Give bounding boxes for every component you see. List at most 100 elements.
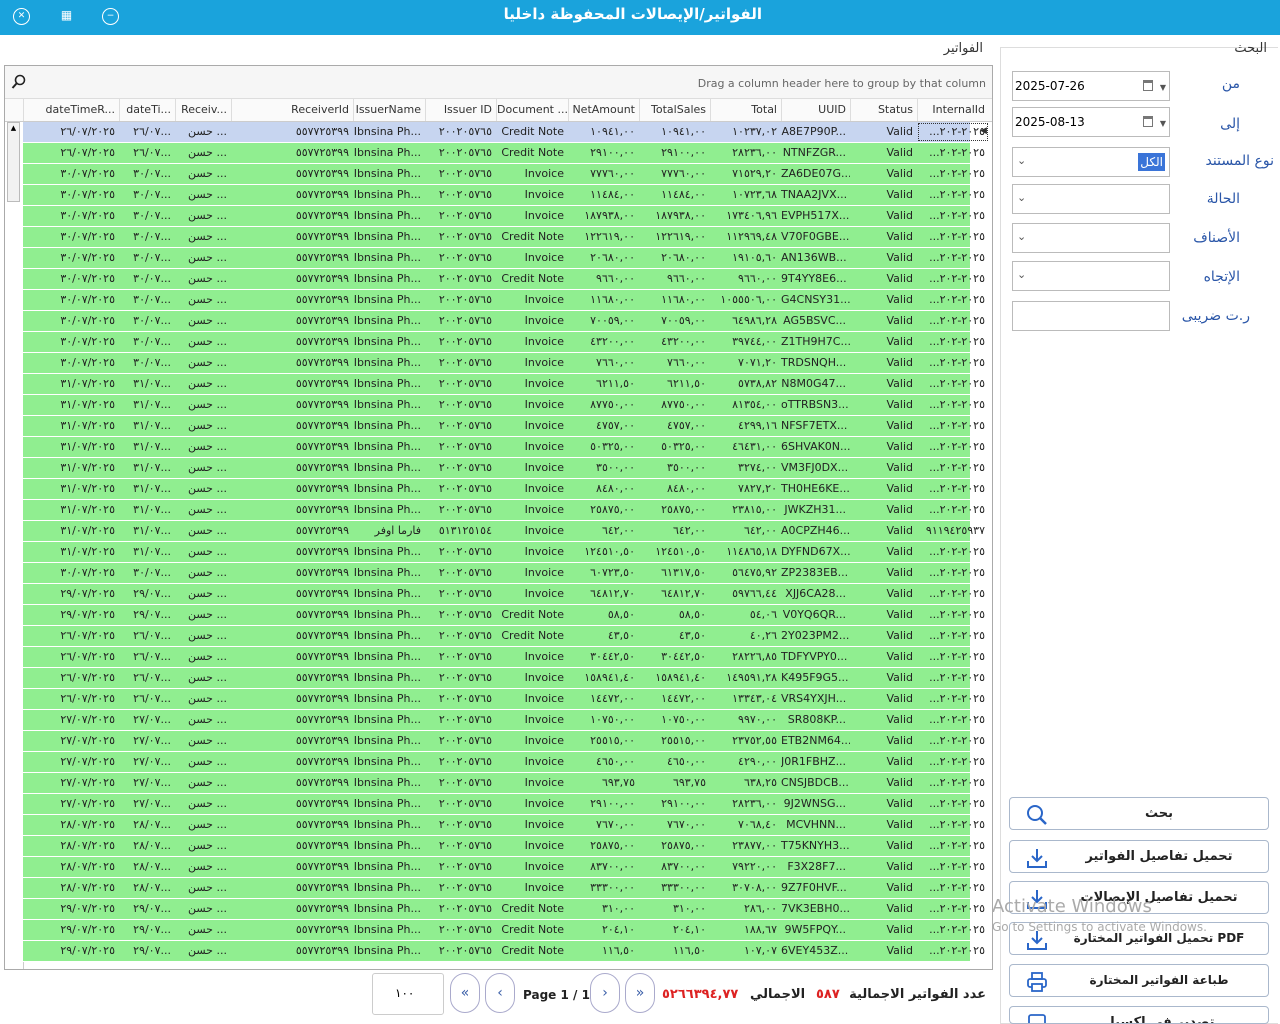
- table-row[interactable]: ...٢٠٢٥-٢٠٢ Valid K495F9G5... ١٤٩٥٩١,٢٨ ١٥٨٩…: [23, 668, 985, 689]
- table-row[interactable]: ...٢٠٢٥-٢٠٢ Valid V70F0GBE... ١١٢٩٦٩,٤٨ ١٢٢٦…: [23, 227, 985, 248]
- column-header[interactable]: UUID: [781, 99, 850, 121]
- activate-windows-title: Activate Windows: [992, 896, 1152, 917]
- doctype-select[interactable]: ⌄ الكل: [1012, 147, 1170, 177]
- table-row[interactable]: ...٢٠٢٥-٢٠٢ Valid JWKZH31... ٢٣٨١٥,٠٠ ٢٥٨٧٥,…: [23, 500, 985, 521]
- table-row[interactable]: ...٢٠٢٥-٢٠٢ Valid EVPH517X... ١٧٣٤٠٦,٩٦ ١٨٧٩…: [23, 206, 985, 227]
- activate-windows-subtitle: Go to Settings to activate Windows.: [992, 920, 1207, 934]
- table-row[interactable]: ...٢٠٢٥-٢٠٢ Valid V0YQ6QR... ٥٤,٠٦ ٥٨,٥٠ ٥٨,٥…: [23, 605, 985, 626]
- column-header[interactable]: InternalId: [917, 99, 989, 121]
- table-cell: ٤٣,٥٠: [678, 629, 706, 642]
- table-cell: oTTRBSN3...: [781, 398, 849, 411]
- table-row[interactable]: ٩١١٩٤٢٥٩٣٧ Valid A0CPZH46... ٦٤٢,٠٠ ٦٤٢,٠٠ ٦٤…: [23, 521, 985, 542]
- direction-select[interactable]: ⌄: [1012, 261, 1170, 291]
- chevron-down-icon: ▼: [1159, 119, 1166, 128]
- scroll-up-icon[interactable]: ▲: [8, 123, 19, 133]
- table-row[interactable]: ...٢٠٢٥-٢٠٢ Valid Z1TH9H7C... ٣٩٧٤٤,٠٠ ٤٣٢٠٠…: [23, 332, 985, 353]
- prev-page-button[interactable]: ‹: [485, 973, 515, 1013]
- items-select[interactable]: ⌄: [1012, 223, 1170, 253]
- table-cell: ٣٢٧٤,٠٠: [738, 461, 777, 474]
- table-cell: Invoice: [524, 440, 564, 453]
- table-cell: ٥٥٧٧٢٥٣٩٩: [295, 713, 349, 726]
- page-size-select[interactable]: ١٠٠: [372, 973, 444, 1015]
- vertical-scrollbar[interactable]: ▲: [7, 122, 20, 202]
- table-cell: ...٢٠٢٥-٢٠٢: [929, 902, 985, 915]
- table-row[interactable]: ...٢٠٢٥-٢٠٢ Valid NTNFZGR... ٢٨٢٣٦,٠٠ ٢٩١٠٠,…: [23, 143, 985, 164]
- table-cell: ٣١/٠٧/٢٠٢٥: [60, 377, 115, 390]
- column-header[interactable]: TotalSales: [639, 99, 710, 121]
- table-row[interactable]: ...٢٠٢٥-٢٠٢ Valid F3X28F7... ٧٩٢٢٠,٠٠ ٨٣٧٠٠,…: [23, 857, 985, 878]
- table-row[interactable]: ...٢٠٢٥-٢٠٢ Valid MCVHNN... ٧٠٦٨,٤٠ ٧٦٧٠,٠٠ ٧…: [23, 815, 985, 836]
- status-label: الحالة: [1206, 191, 1240, 207]
- table-cell: Ibnsina Ph...: [353, 776, 421, 789]
- table-row[interactable]: ...٢٠٢٥-٢٠٢ Valid TH0HE6KE... ٧٨٢٧,٢٠ ٨٤٨٠,٠…: [23, 479, 985, 500]
- table-cell: Invoice: [524, 839, 564, 852]
- table-row[interactable]: ...٢٠٢٥-٢٠٢ Valid TRDSNQH... ٧٠٧١,٢٠ ٧٦٦٠,٠٠…: [23, 353, 985, 374]
- table-row[interactable]: ...٢٠٢٥-٢٠٢ Valid 6VEY453Z... ١٠٧,٠٧ ١١٦,٥٠ ١…: [23, 941, 985, 962]
- table-cell: ١٠٧٥٠,٠٠: [661, 713, 706, 726]
- load-invoices-button[interactable]: تحميل تفاصيل الفواتير: [1009, 840, 1269, 873]
- column-header[interactable]: dateTi...: [119, 99, 175, 121]
- table-row[interactable]: ...٢٠٢٥-٢٠٢ Valid VRS4YXJH... ١٣٣٤٣,٠٤ ١٤٤٧٢…: [23, 689, 985, 710]
- minimize-icon[interactable]: −: [102, 8, 119, 25]
- status-select[interactable]: ⌄: [1012, 184, 1170, 214]
- table-row[interactable]: ...٢٠٢٥-٢٠٢ Valid AN136WB... ١٩١٠٥,٦٠ ٢٠٦٨٠,…: [23, 248, 985, 269]
- column-header[interactable]: ReceiverId: [231, 99, 353, 121]
- group-panel[interactable]: Drag a column header here to group by th…: [5, 66, 992, 99]
- table-row[interactable]: ...٢٠٢٥-٢٠٢ Valid T75KNYH3... ٢٣٨٧٧,٠٠ ٢٥٨٧٥…: [23, 836, 985, 857]
- table-cell: ٢٠٠٢٠٥٧٦٥: [438, 251, 492, 264]
- column-header[interactable]: Receiv...: [175, 99, 231, 121]
- column-header[interactable]: Issuer ID: [425, 99, 496, 121]
- table-row[interactable]: ...٢٠٢٥-٢٠٢ Valid A8E7P90P... ١٠٢٣٧,٠٢ ١٠٩٤١…: [23, 122, 988, 143]
- table-row[interactable]: ...٢٠٢٥-٢٠٢ Valid 9J2WNSG... ٢٨٢٣٦,٠٠ ٢٩١٠٠,…: [23, 794, 985, 815]
- column-header[interactable]: NetAmount: [568, 99, 639, 121]
- column-header[interactable]: dateTimeR...: [23, 99, 119, 121]
- taxid-input[interactable]: [1012, 301, 1170, 331]
- close-icon[interactable]: ✕: [13, 8, 30, 25]
- invoices-grid[interactable]: Drag a column header here to group by th…: [4, 65, 993, 970]
- table-row[interactable]: ...٢٠٢٥-٢٠٢ Valid CNSJBDCB... ٦٣٨,٢٥ ٦٩٣,٧٥ ٦…: [23, 773, 985, 794]
- table-cell: ٢٨/٠٧/٢٠٢٥: [60, 860, 115, 873]
- table-row[interactable]: ...٢٠٢٥-٢٠٢ Valid 7VK3EBH0... ٢٨٦,٠٠ ٣١٠,٠٠ ٣…: [23, 899, 985, 920]
- last-page-button[interactable]: »: [625, 973, 655, 1013]
- table-row[interactable]: ...٢٠٢٥-٢٠٢ Valid 9T4YY8E6... ٩٦٦٠,٠٠ ٩٦٦٠,٠…: [23, 269, 985, 290]
- table-row[interactable]: ...٢٠٢٥-٢٠٢ Valid TDFYVPY0... ٢٨٢٢٦,٨٥ ٣٠٤٤٢…: [23, 647, 985, 668]
- table-row[interactable]: ...٢٠٢٥-٢٠٢ Valid N8M0G47... ٥٧٣٨,٨٢ ٦٢١١,٥٠…: [23, 374, 985, 395]
- table-cell: ٨٧٧٥٠,٠٠: [661, 398, 706, 411]
- search-button[interactable]: بحث: [1009, 797, 1269, 830]
- table-cell: Invoice: [524, 335, 564, 348]
- table-row[interactable]: ...٢٠٢٥-٢٠٢ Valid 6SHVAK0N... ٤٦٤٣١,٠٠ ٥٠٣٢٥…: [23, 437, 985, 458]
- first-page-button[interactable]: «: [450, 973, 480, 1013]
- column-header[interactable]: Status: [850, 99, 917, 121]
- table-row[interactable]: ...٢٠٢٥-٢٠٢ Valid NFSF7ETX... ٤٢٩٩,١٦ ٤٧٥٧,٠…: [23, 416, 985, 437]
- date-from-picker[interactable]: 2025-07-26 ▼: [1012, 71, 1170, 101]
- table-row[interactable]: ...٢٠٢٥-٢٠٢ Valid DYFND67X... ١١٤٨٦٥,١٨ ١٢٤٥…: [23, 542, 985, 563]
- table-cell: ٢٠٠٢٠٥٧٦٥: [438, 566, 492, 579]
- table-row[interactable]: ...٢٠٢٥-٢٠٢ Valid ZP2383EB... ٥٦٤٧٥,٩٢ ٦١٣١٧…: [23, 563, 985, 584]
- table-row[interactable]: ...٢٠٢٥-٢٠٢ Valid XJJ6CA28... ٥٩٧٦٦,٤٤ ٦٤٨١٢…: [23, 584, 985, 605]
- export-excel-button[interactable]: تصدير في اكسيل: [1009, 1006, 1269, 1024]
- column-header[interactable]: Document ...: [496, 99, 568, 121]
- table-row[interactable]: ...٢٠٢٥-٢٠٢ Valid 9W5FPQY... ١٨٨,٦٧ ٢٠٤,١٠ ٢٠…: [23, 920, 985, 941]
- search-icon[interactable]: [11, 74, 27, 94]
- table-row[interactable]: ...٢٠٢٥-٢٠٢ Valid J0R1FBHZ... ٤٢٩٠,٠٠ ٤٦٥٠,٠…: [23, 752, 985, 773]
- table-cell: A8E7P90P...: [781, 125, 846, 138]
- date-to-picker[interactable]: 2025-08-13 ▼: [1012, 107, 1170, 137]
- table-row[interactable]: ...٢٠٢٥-٢٠٢ Valid VM3FJ0DX... ٣٢٧٤,٠٠ ٣٥٠٠,٠…: [23, 458, 985, 479]
- table-row[interactable]: ...٢٠٢٥-٢٠٢ Valid 9Z7F0HVF... ٣٠٧٠٨,٠٠ ٣٣٣٠٠…: [23, 878, 985, 899]
- table-cell: ١١٦,٥٠: [672, 944, 706, 957]
- table-row[interactable]: ...٢٠٢٥-٢٠٢ Valid 2Y023PM2... ٤٠,٢٦ ٤٣,٥٠ ٤٣,…: [23, 626, 985, 647]
- table-cell: ١٠٧٢٣,٦٨: [732, 188, 777, 201]
- table-row[interactable]: ...٢٠٢٥-٢٠٢ Valid oTTRBSN3... ٨١٣٥٤,٠٠ ٨٧٧٥٠…: [23, 395, 985, 416]
- maximize-icon[interactable]: ▦: [58, 8, 75, 25]
- table-row[interactable]: ...٢٠٢٥-٢٠٢ Valid ZA6DE07G... ٧١٥٢٩,٢٠ ٧٧٧٦٠…: [23, 164, 985, 185]
- table-row[interactable]: ...٢٠٢٥-٢٠٢ Valid ETB2NM64... ٢٣٧٥٢,٥٥ ٢٥٥١٥…: [23, 731, 985, 752]
- table-cell: ٥٥٧٧٢٥٣٩٩: [295, 188, 349, 201]
- column-header[interactable]: IssuerName: [353, 99, 425, 121]
- table-row[interactable]: ...٢٠٢٥-٢٠٢ Valid TNAA2JVX... ١٠٧٢٣,٦٨ ١١٤٨٤…: [23, 185, 985, 206]
- table-row[interactable]: ...٢٠٢٥-٢٠٢ Valid AG5BSVC... ٦٤٩٨٦,٢٨ ٧٠٠٥٩,…: [23, 311, 985, 332]
- table-row[interactable]: ...٢٠٢٥-٢٠٢ Valid SR808KP... ٩٩٧٠,٠٠ ١٠٧٥٠,٠…: [23, 710, 985, 731]
- print-button[interactable]: طباعة الفواتير المختارة: [1009, 964, 1269, 997]
- table-row[interactable]: ...٢٠٢٥-٢٠٢ Valid G4CNSY31... ١٠٥٥٥٠٦,٠٠ ١١٦…: [23, 290, 985, 311]
- next-page-button[interactable]: ›: [590, 973, 620, 1013]
- column-header[interactable]: Total: [710, 99, 781, 121]
